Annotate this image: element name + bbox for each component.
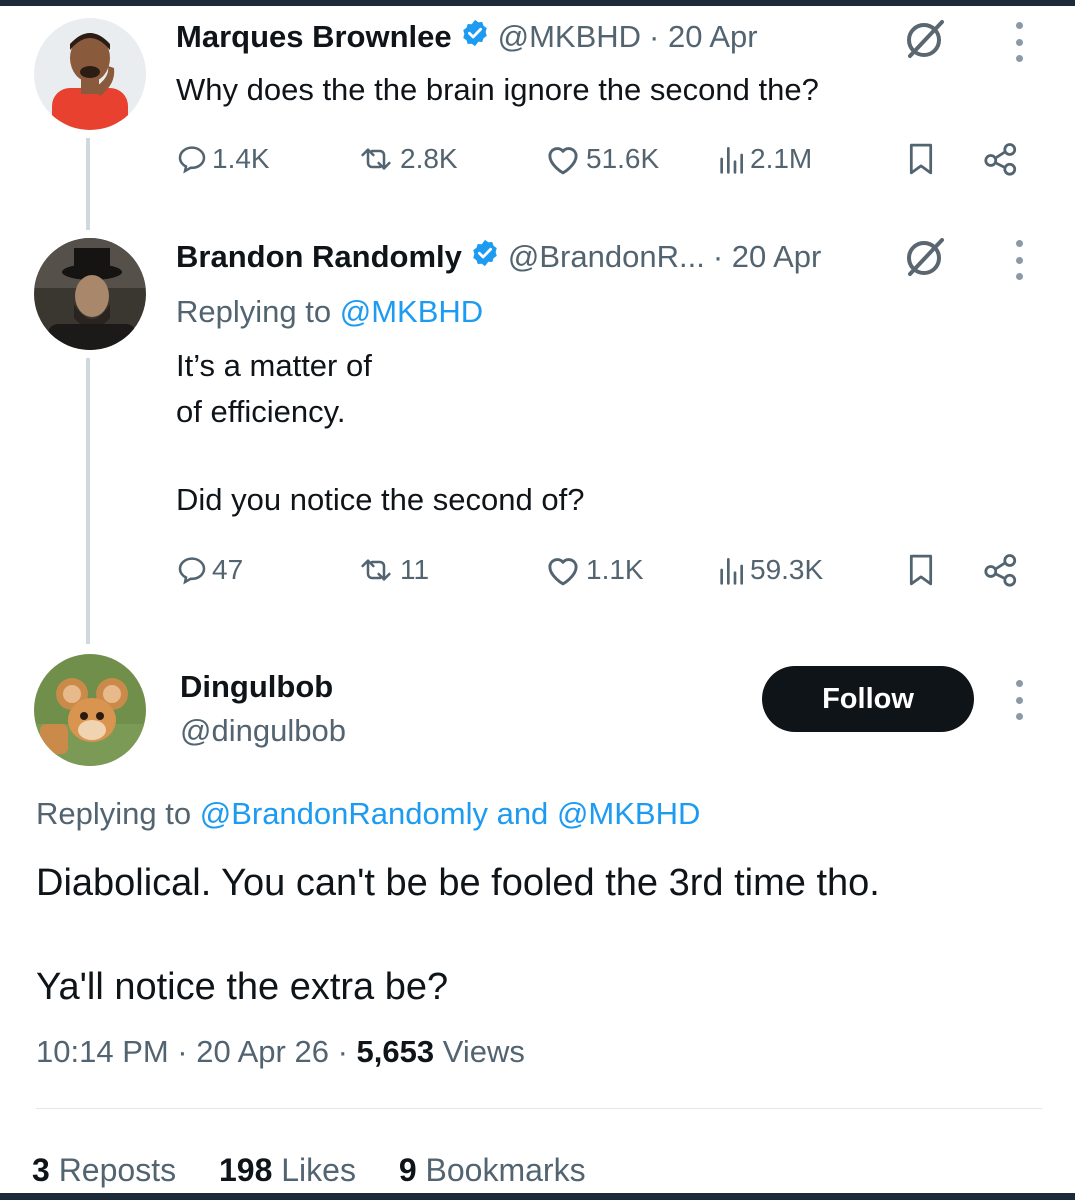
- reply-icon: [178, 146, 206, 174]
- grok-icon[interactable]: [902, 16, 948, 62]
- follow-button[interactable]: Follow: [762, 666, 974, 732]
- tweet3-name-row: Dingulbob: [180, 666, 333, 708]
- replying-to: Replying to @BrandonRandomly and @MKBHD: [36, 792, 700, 836]
- views-button[interactable]: 2.1M: [716, 137, 812, 181]
- tweet1-text: Why does the the brain ignore the second…: [176, 72, 819, 107]
- author-handle[interactable]: @MKBHD: [498, 19, 641, 55]
- repost-icon: [361, 148, 391, 170]
- bookmarks-stat[interactable]: 9 Bookmarks: [399, 1152, 586, 1188]
- views-count: 5,653: [356, 1034, 435, 1069]
- reposts-count: 3: [32, 1152, 50, 1188]
- author-name[interactable]: Brandon Randomly: [176, 239, 462, 275]
- tweet2-actions: 47 11 1.1K 59.3K: [176, 548, 1036, 592]
- avatar-marques[interactable]: [34, 18, 146, 130]
- bookmark-button[interactable]: [904, 548, 942, 592]
- divider: [36, 1108, 1042, 1109]
- thread-line: [86, 138, 90, 230]
- mention-link[interactable]: @BrandonRandomly: [200, 796, 488, 831]
- post-meta: 10:14 PM · 20 Apr 26 · 5,653 Views: [36, 1034, 525, 1070]
- tweet2-line1: It’s a matter of: [176, 348, 372, 383]
- reply-icon: [178, 557, 206, 585]
- tweet2-line2: of efficiency.: [176, 394, 346, 429]
- replying-to: Replying to @MKBHD: [176, 290, 483, 334]
- reposts-stat[interactable]: 3 Reposts: [32, 1152, 176, 1188]
- views-count: 2.1M: [750, 143, 813, 174]
- avatar-brandon[interactable]: [34, 238, 146, 350]
- author-handle[interactable]: @BrandonR...: [508, 239, 705, 275]
- bookmarks-count: 9: [398, 1152, 417, 1188]
- tweet1-header: Marques Brownlee @MKBHD · 20 Apr: [176, 16, 758, 58]
- verified-badge-icon: [460, 18, 490, 56]
- bookmarks-label: Bookmarks: [425, 1152, 586, 1188]
- repost-button[interactable]: 11: [356, 548, 429, 592]
- likes-count: 198: [218, 1152, 273, 1188]
- bottom-edge: [0, 1193, 1075, 1200]
- reply-count: 47: [212, 554, 244, 585]
- verified-badge-icon: [470, 238, 500, 276]
- repost-button[interactable]: 2.8K: [356, 137, 458, 181]
- views-button[interactable]: 59.3K: [716, 548, 823, 592]
- tweet2-header: Brandon Randomly @BrandonR... · 20 Apr: [176, 236, 821, 278]
- share-button[interactable]: [982, 548, 1024, 592]
- share-icon: [984, 143, 1017, 176]
- avatar-dingulbob[interactable]: [34, 654, 146, 766]
- like-button[interactable]: 1.1K: [544, 548, 644, 592]
- likes-stat[interactable]: 198 Likes: [219, 1152, 356, 1188]
- bookmark-icon: [909, 143, 933, 175]
- author-name[interactable]: Dingulbob: [180, 669, 333, 705]
- likes-label: Likes: [281, 1152, 356, 1188]
- top-edge: [0, 0, 1075, 6]
- mention-and: and: [496, 796, 549, 831]
- reply-count: 1.4K: [212, 143, 270, 174]
- thread-line: [86, 358, 90, 644]
- reply-button[interactable]: 1.4K: [176, 137, 270, 181]
- like-count: 51.6K: [586, 143, 660, 174]
- bookmark-button[interactable]: [904, 137, 942, 181]
- like-icon: [548, 147, 578, 175]
- grok-icon[interactable]: [902, 234, 948, 280]
- tweet2-line3: Did you notice the second of?: [176, 482, 585, 517]
- tweet3-line2: Ya'll notice the extra be?: [36, 966, 449, 1008]
- post-time[interactable]: · 20 Apr: [713, 239, 822, 275]
- author-handle[interactable]: @dingulbob: [180, 713, 346, 749]
- tweet3-handle-row: @dingulbob: [180, 710, 346, 752]
- repost-icon: [361, 559, 391, 581]
- tweet3-line1: Diabolical. You can't be be fooled the 3…: [36, 862, 880, 904]
- more-icon[interactable]: [1012, 680, 1026, 720]
- post-timestamp[interactable]: 10:14 PM · 20 Apr 26 ·: [36, 1034, 348, 1069]
- reposts-label: Reposts: [58, 1152, 177, 1188]
- share-button[interactable]: [982, 137, 1024, 181]
- repost-count: 11: [400, 554, 430, 585]
- more-icon[interactable]: [1012, 240, 1026, 280]
- like-icon: [548, 558, 578, 586]
- replying-prefix: Replying to: [176, 294, 332, 329]
- views-label: Views: [442, 1034, 525, 1069]
- views-icon: [720, 558, 743, 585]
- author-name[interactable]: Marques Brownlee: [176, 19, 452, 55]
- share-icon: [984, 554, 1017, 587]
- bookmark-icon: [909, 554, 933, 586]
- mention-link[interactable]: @MKBHD: [557, 796, 700, 831]
- views-icon: [720, 147, 743, 174]
- tweet1-actions: 1.4K 2.8K 51.6K 2.1M: [176, 137, 1036, 181]
- more-icon[interactable]: [1012, 22, 1026, 62]
- replying-prefix: Replying to: [36, 796, 192, 831]
- repost-count: 2.8K: [400, 143, 458, 174]
- like-button[interactable]: 51.6K: [544, 137, 659, 181]
- engagement-stats: 3 Reposts 198 Likes 9 Bookmarks: [32, 1152, 620, 1189]
- views-count: 59.3K: [750, 554, 824, 585]
- post-time[interactable]: · 20 Apr: [649, 19, 758, 55]
- mention-link[interactable]: @MKBHD: [340, 294, 483, 329]
- like-count: 1.1K: [586, 554, 644, 585]
- reply-button[interactable]: 47: [176, 548, 243, 592]
